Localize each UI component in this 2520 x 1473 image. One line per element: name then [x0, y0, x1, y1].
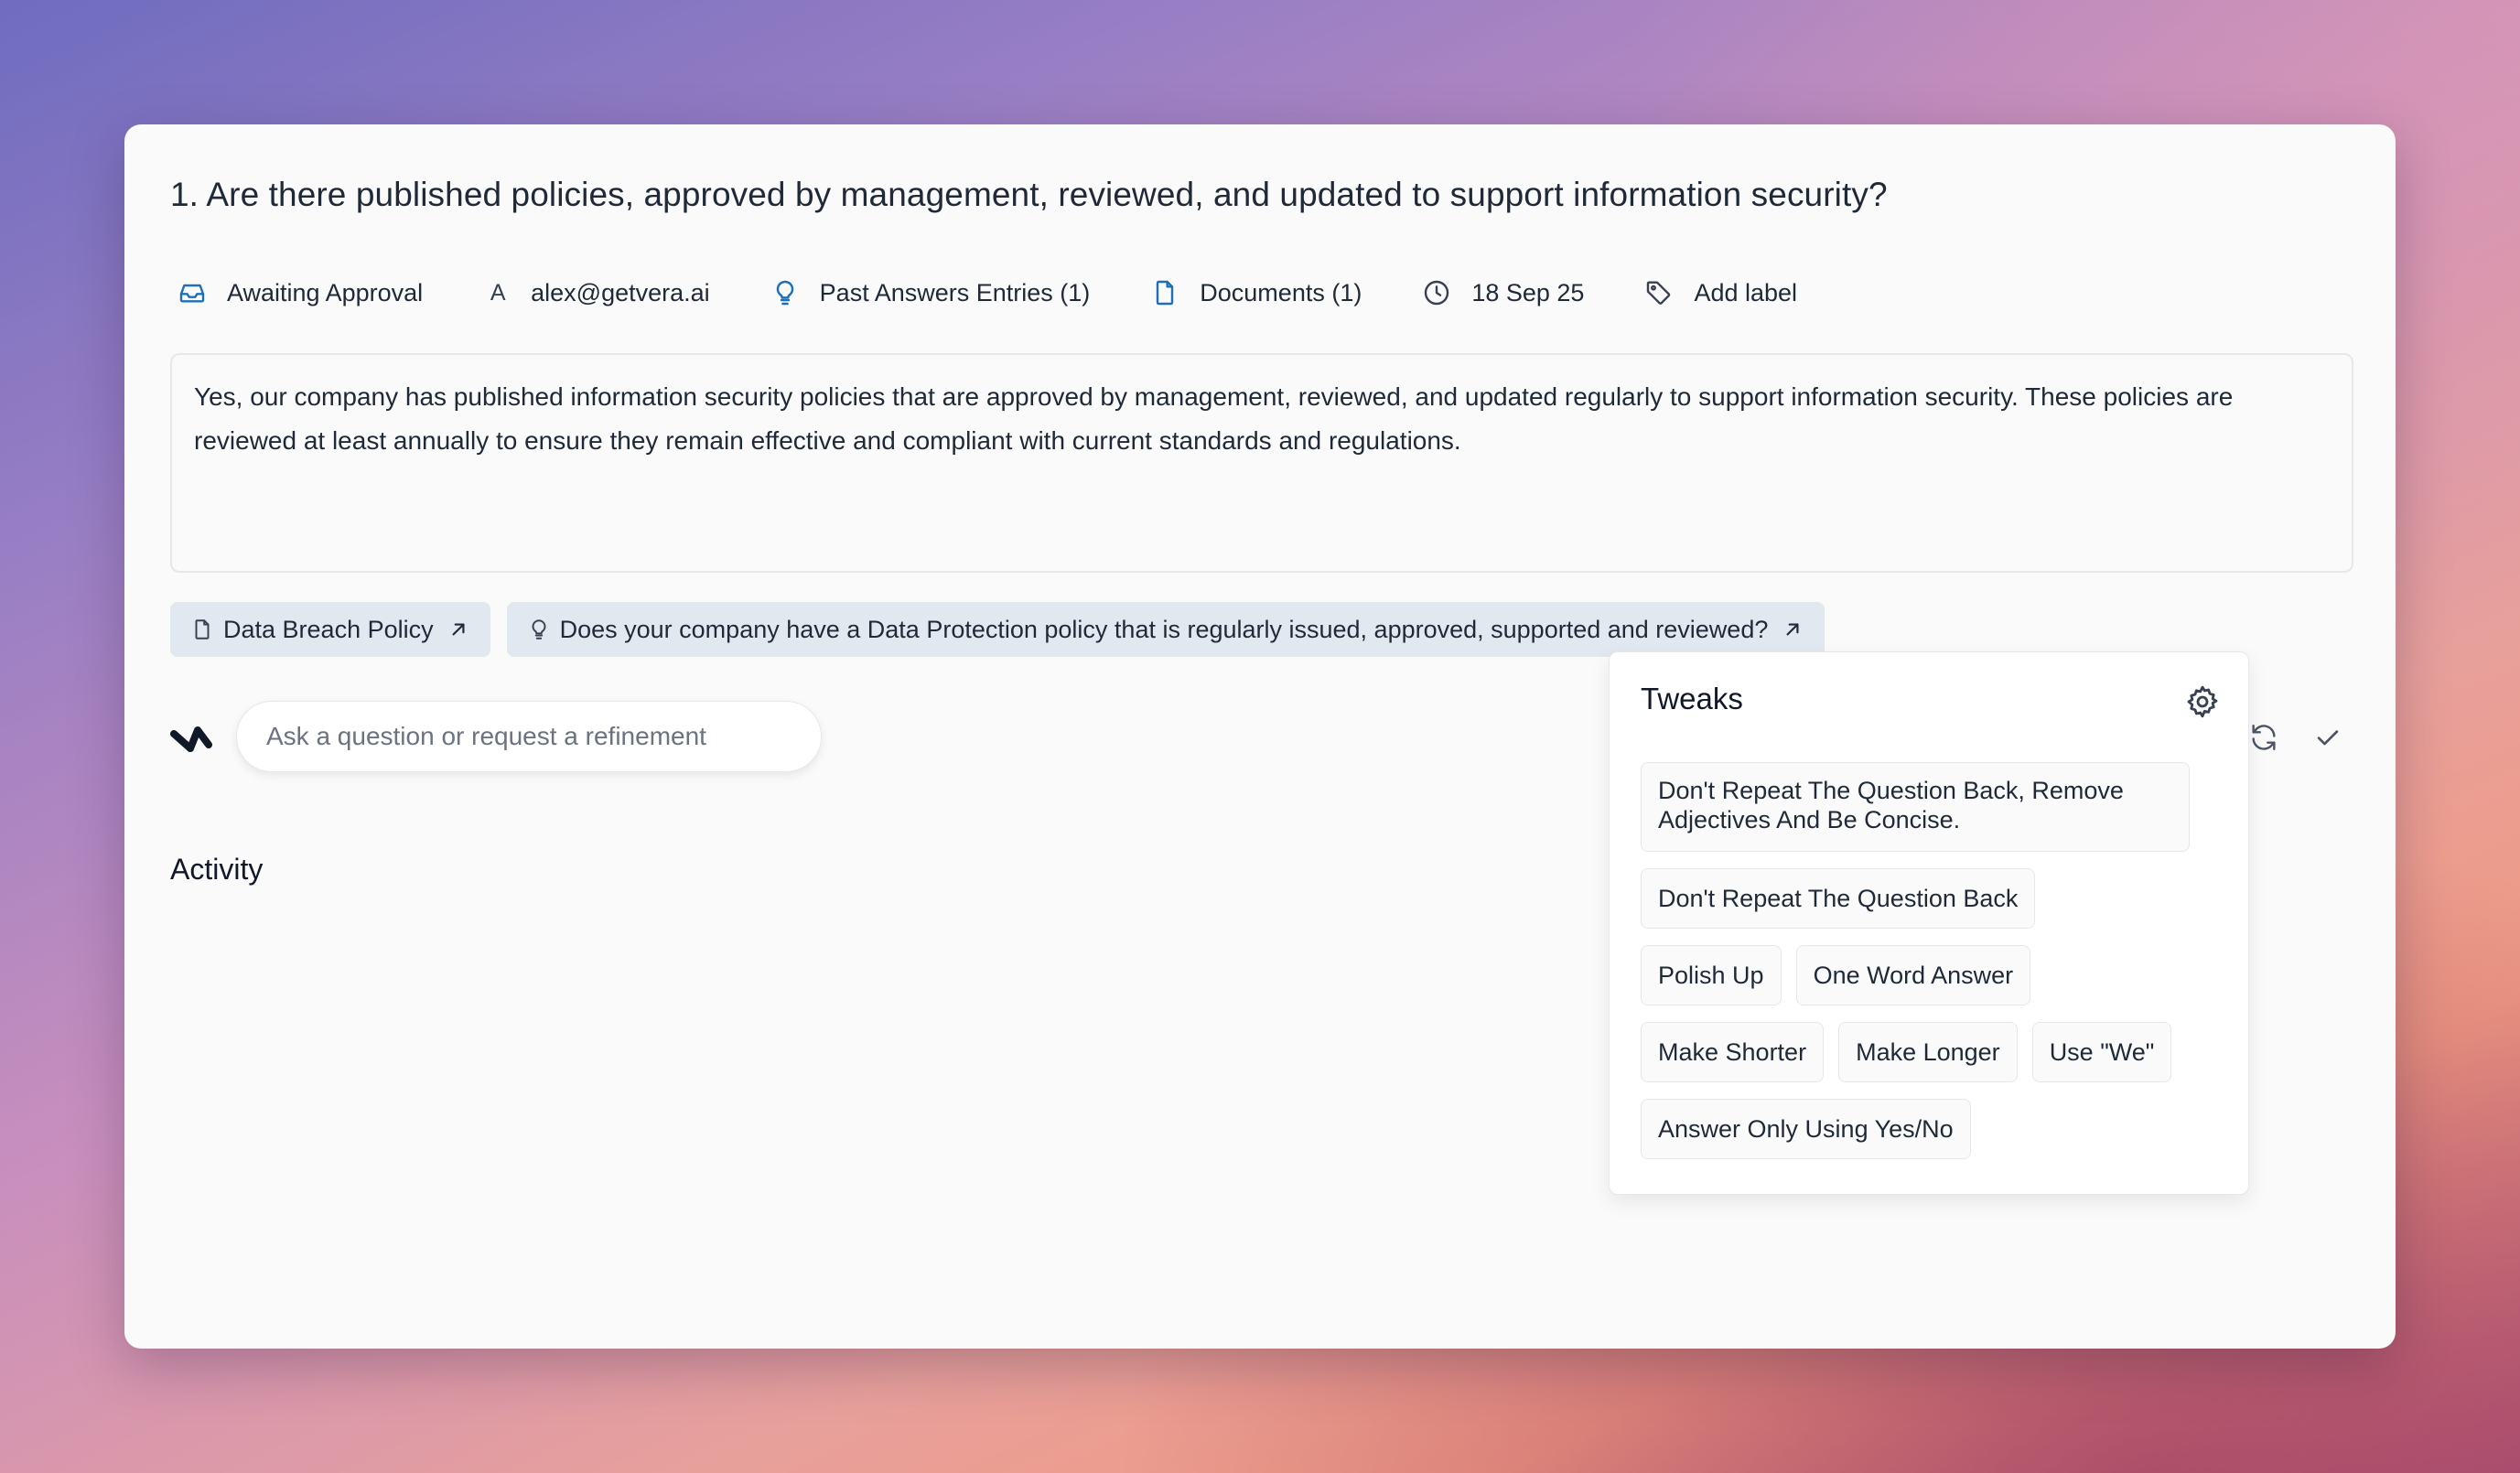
question-title: 1. Are there published policies, approve… — [170, 176, 1888, 213]
status-item[interactable]: Awaiting Approval — [176, 276, 423, 309]
meta-bar: Awaiting Approval A alex@getvera.ai Past… — [176, 271, 1856, 315]
lightbulb-icon — [769, 276, 802, 309]
approve-button[interactable] — [2302, 714, 2353, 761]
check-icon — [2317, 730, 2339, 746]
add-label-text: Add label — [1694, 278, 1798, 306]
tweaks-popover: Tweaks Don't Repeat The Question Back, R… — [1609, 651, 2249, 1195]
clock-icon — [1420, 276, 1453, 309]
tweak-option[interactable]: One Word Answer — [1795, 945, 2031, 1005]
lightbulb-icon — [527, 618, 551, 641]
tweak-option[interactable]: Don't Repeat The Question Back — [1641, 868, 2036, 929]
external-link-icon — [1781, 618, 1804, 641]
vera-logo-icon — [170, 721, 212, 758]
document-icon — [1148, 276, 1181, 309]
source-chips: Data Breach Policy Does your company hav… — [170, 602, 1841, 657]
documents-item[interactable]: Documents (1) — [1148, 276, 1362, 309]
assignee-item[interactable]: A alex@getvera.ai — [481, 279, 710, 307]
tweak-option[interactable]: Make Longer — [1838, 1022, 2018, 1082]
activity-heading: Activity — [170, 853, 264, 886]
refresh-icon — [2252, 725, 2276, 750]
tweak-option[interactable]: Don't Repeat The Question Back, Remove A… — [1641, 762, 2190, 852]
source-chip-label: Data Breach Policy — [223, 615, 434, 643]
tag-icon — [1642, 276, 1675, 309]
ask-input[interactable] — [236, 701, 822, 772]
date-item[interactable]: 18 Sep 25 — [1420, 276, 1584, 309]
inbox-icon — [176, 276, 209, 309]
date-label: 18 Sep 25 — [1471, 278, 1585, 306]
answer-editor[interactable]: Yes, our company has published informati… — [170, 353, 2353, 573]
tweak-option[interactable]: Make Shorter — [1641, 1022, 1825, 1082]
tweaks-title: Tweaks — [1641, 682, 1743, 715]
source-chip-label: Does your company have a Data Protection… — [559, 615, 1769, 643]
external-link-icon — [447, 618, 470, 641]
tweak-option[interactable]: Answer Only Using Yes/No — [1641, 1099, 1971, 1159]
tweak-option[interactable]: Polish Up — [1641, 945, 1782, 1005]
tweak-option[interactable]: Use "We" — [2031, 1022, 2172, 1082]
past-answers-item[interactable]: Past Answers Entries (1) — [769, 276, 1091, 309]
assignee-email: alex@getvera.ai — [531, 278, 710, 306]
add-label-button[interactable]: Add label — [1642, 276, 1797, 309]
gear-icon[interactable] — [2184, 683, 2221, 720]
status-label: Awaiting Approval — [227, 278, 424, 306]
document-icon — [190, 618, 214, 641]
past-answers-label: Past Answers Entries (1) — [819, 278, 1091, 306]
source-chip-document[interactable]: Data Breach Policy — [170, 602, 490, 657]
documents-label: Documents (1) — [1200, 278, 1362, 306]
source-chip-past-answer[interactable]: Does your company have a Data Protection… — [506, 602, 1825, 657]
avatar: A — [490, 279, 506, 306]
tweak-list: Don't Repeat The Question Back, Remove A… — [1641, 762, 2204, 1176]
